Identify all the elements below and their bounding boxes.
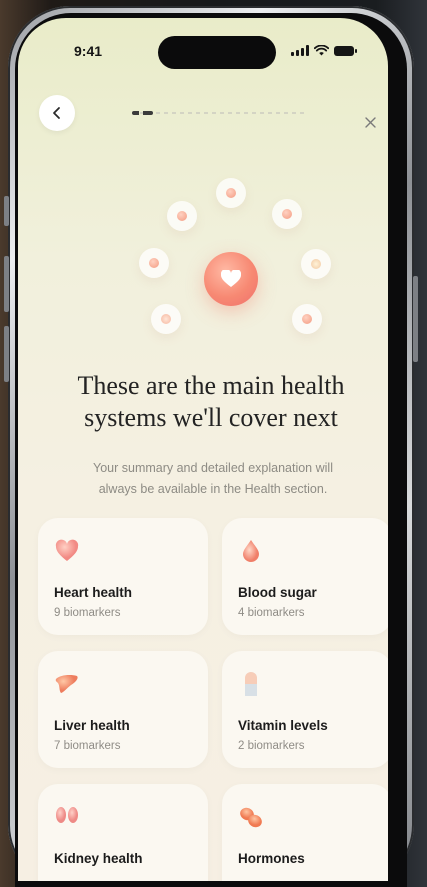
status-time: 9:41 [74,43,103,59]
capsule-icon [151,304,181,334]
close-icon [364,116,376,128]
liver-icon [55,675,78,693]
heart-icon [55,539,79,561]
close-button[interactable] [360,112,380,132]
heart-icon [204,252,258,306]
system-card-liver-health[interactable]: Liver health 7 biomarkers [38,651,208,768]
page-description-line-1: Your summary and detailed explanation wi… [93,461,333,475]
page-description: Your summary and detailed explanation wi… [40,458,386,500]
system-card-kidney-health[interactable]: Kidney health [38,784,208,881]
mute-switch [4,196,9,226]
signal-icon [291,45,309,56]
liver-icon [139,248,169,278]
system-card-heart-health[interactable]: Heart health 9 biomarkers [38,518,208,635]
system-card-hormones[interactable]: Hormones [222,784,388,881]
volume-down-button [4,326,9,382]
chevron-left-icon [53,107,60,119]
page-description-line-2: always be available in the Health sectio… [98,482,328,496]
progress-track [132,112,304,114]
card-subtitle: 7 biomarkers [54,740,121,752]
drop-icon [272,199,302,229]
card-title: Heart health [54,585,133,600]
card-title: Hormones [238,851,305,866]
power-button [413,276,418,362]
kidney-icon [216,178,246,208]
onboarding-progress [132,111,304,115]
volume-up-button [4,256,9,312]
system-card-vitamin-levels[interactable]: Vitamin levels 2 biomarkers [222,651,388,768]
card-title: Kidney health [54,851,143,866]
page-title: These are the main health systems we'll … [24,370,388,434]
wifi-icon [314,45,329,56]
page-title-line-2: systems we'll cover next [84,403,338,432]
kidney-icon [56,807,78,823]
card-title: Liver health [54,718,130,733]
battery-icon [334,45,357,56]
screen: 9:41 These are the main health systems w… [18,18,388,881]
card-subtitle: 4 biomarkers [238,607,305,619]
progress-fill [132,111,153,115]
drop-icon [243,540,259,562]
capsule-icon [245,672,257,696]
status-icons [291,45,357,56]
card-subtitle: 9 biomarkers [54,607,121,619]
dynamic-island [158,36,276,69]
heart-small-icon [167,201,197,231]
card-title: Vitamin levels [238,718,328,733]
pill-icon [301,249,331,279]
card-subtitle: 2 biomarkers [238,740,305,752]
card-title: Blood sugar [238,585,317,600]
back-button[interactable] [39,95,75,131]
page-title-line-1: These are the main health [77,371,345,400]
hormones-icon [240,807,262,828]
hormones-icon [292,304,322,334]
system-card-blood-sugar[interactable]: Blood sugar 4 biomarkers [222,518,388,635]
